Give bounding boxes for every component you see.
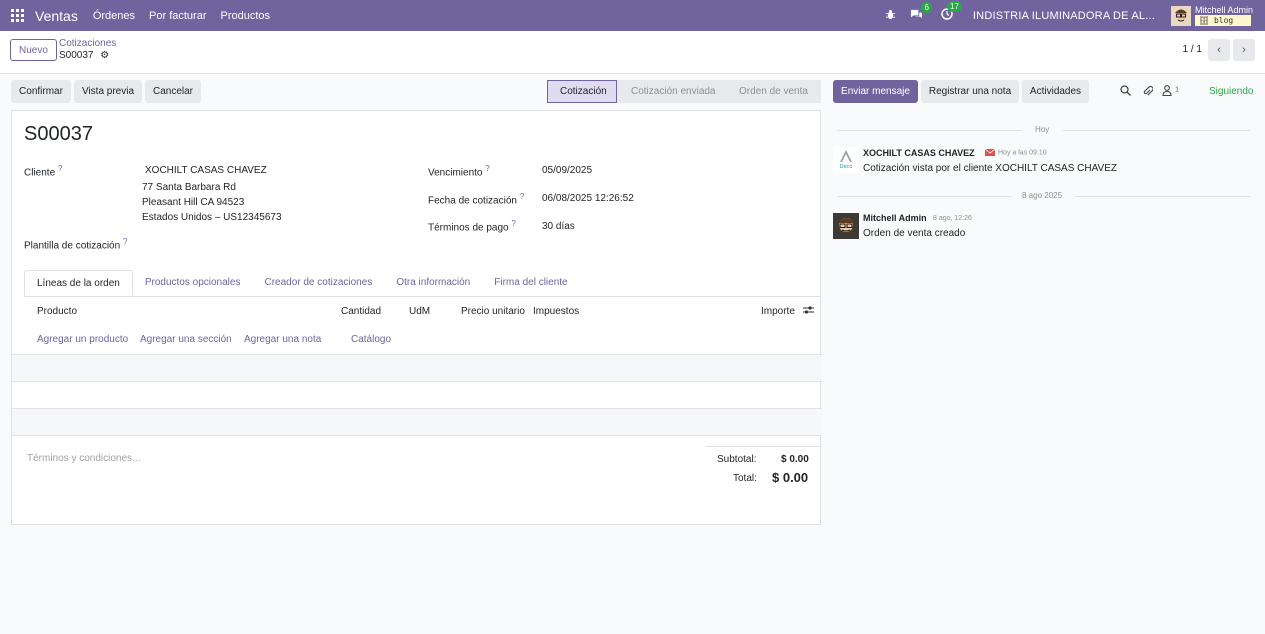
template-label: Plantilla de cotización ? [24,237,128,252]
send-message-button[interactable]: Enviar mensaje [833,80,918,103]
user-name: Mitchell Admin [1194,5,1253,15]
col-unit-price[interactable]: Precio unitario [461,306,525,317]
message-date: 8 ago, 12:26 [933,215,972,222]
payment-terms-label: Términos de pago ? [428,219,516,234]
messages-badge: 6 [921,1,932,13]
chevron-right-icon: › [1242,44,1246,56]
total-value: $ 0.00 [772,470,809,485]
pager-next-button[interactable]: › [1233,39,1255,61]
status-step-quotation-sent[interactable]: Cotización enviada [617,80,723,103]
tab-order-lines[interactable]: Líneas de la orden [24,270,133,296]
message-author[interactable]: Mitchell Admin [863,213,927,223]
catalog-button[interactable]: Catálogo [351,334,391,345]
separator-line [1063,130,1250,131]
add-note-link[interactable]: Agregar una nota [244,334,321,345]
add-section-link[interactable]: Agregar una sección [140,334,232,345]
subtotal-value: $ 0.00 [781,454,809,465]
payment-terms-field[interactable]: 30 días [542,221,575,232]
user-avatar[interactable] [1170,5,1191,26]
svg-text:Deco: Deco [840,164,853,170]
partner-logo-avatar: Deco [833,147,859,173]
customer-label: Cliente ? [24,164,63,179]
debug-bug-icon[interactable] [885,9,896,23]
breadcrumb-parent[interactable]: Cotizaciones [59,38,116,49]
apps-grid-icon[interactable] [11,8,25,23]
user-menu[interactable]: Mitchell Admin 🗄 blog [1194,5,1253,26]
messages-icon[interactable]: 6 [910,1,932,23]
author-avatar [833,213,859,239]
col-taxes[interactable]: Impuestos [533,306,579,317]
pager-prev-button[interactable]: ‹ [1208,39,1230,61]
quote-date-field[interactable]: 06/08/2025 12:26:52 [542,193,634,204]
app-name[interactable]: Ventas [35,8,78,24]
record-title: S00037 [24,123,93,145]
separator-line [837,130,1022,131]
menu-ordenes[interactable]: Órdenes [93,10,135,22]
status-bar: Cotización Cotización enviada Orden de v… [547,80,821,103]
expiration-label: Vencimiento ? [428,164,490,179]
cancel-button[interactable]: Cancelar [145,80,201,103]
status-step-sale-order[interactable]: Orden de venta [723,80,821,103]
empty-line-row [12,381,822,408]
status-step-quotation[interactable]: Cotización [547,80,617,103]
chevron-left-icon: ‹ [1217,44,1221,56]
control-panel: Nuevo Cotizaciones S00037 ⚙ 1 / 1 ‹ › [0,31,1265,74]
tab-quote-builder[interactable]: Creador de cotizaciones [252,270,384,296]
tab-customer-signature[interactable]: Firma del cliente [482,270,579,296]
total-label: Total: [733,473,757,484]
col-uom[interactable]: UdM [409,306,430,317]
message-body: Orden de venta creado [863,228,966,239]
tab-other-info[interactable]: Otra información [384,270,482,296]
activities-clock-icon[interactable]: 17 [941,1,962,23]
following-button[interactable]: Siguiendo [1209,86,1253,97]
company-switcher[interactable]: INDISTRIA ILUMINADORA DE AL... [973,10,1155,22]
message-body: Cotización vista por el cliente XOCHILT … [863,163,1117,174]
add-product-link[interactable]: Agregar un producto [37,334,128,345]
address-line-3: Estados Unidos – US12345673 [142,212,282,223]
pager-value[interactable]: 1 / 1 [1183,44,1202,55]
col-product[interactable]: Producto [37,306,77,317]
menu-por-facturar[interactable]: Por facturar [149,10,206,22]
followers-count: 1 [1175,86,1179,94]
message-author[interactable]: XOCHILT CASAS CHAVEZ [863,148,975,158]
date-separator-today: Hoy [1035,125,1050,134]
expiration-field[interactable]: 05/09/2025 [542,165,592,176]
address-line-1: 77 Santa Barbara Rd [142,182,236,193]
log-note-button[interactable]: Registrar una nota [921,80,1019,103]
customer-field[interactable]: XOCHILT CASAS CHAVEZ [145,165,267,176]
subtotal-label: Subtotal: [717,454,757,465]
empty-line-row [12,408,822,435]
message-date: Hoy a las 09:10 [984,148,1047,156]
col-quantity[interactable]: Cantidad [341,306,381,317]
address-line-2: Pleasant Hill CA 94523 [142,197,245,208]
menu-productos[interactable]: Productos [221,10,271,22]
totals-divider [706,446,822,447]
col-amount[interactable]: Importe [761,306,795,317]
notebook-tabs: Líneas de la orden Productos opcionales … [24,270,820,297]
separator-line [1075,196,1250,197]
activities-button[interactable]: Actividades [1022,80,1089,103]
followers-icon[interactable]: 1 [1162,85,1179,99]
quote-date-label: Fecha de cotización ? [428,192,525,207]
database-tag: 🗄 blog [1194,15,1251,26]
paperclip-icon[interactable] [1142,85,1154,100]
navbar-right: 6 17 INDISTRIA ILUMINADORA DE AL... Mitc… [885,0,1265,31]
breadcrumb-current: S00037 ⚙ [59,50,110,61]
preview-button[interactable]: Vista previa [74,80,142,103]
top-navbar: Ventas Órdenes Por facturar Productos 6 … [0,0,1265,31]
tab-optional-products[interactable]: Productos opcionales [133,270,253,296]
new-button[interactable]: Nuevo [10,39,57,61]
date-separator: 8 ago 2025 [1022,191,1063,200]
activities-badge: 17 [947,1,962,12]
lines-bottom-border [12,435,822,436]
separator-line [837,196,1012,197]
search-icon[interactable] [1120,85,1131,99]
empty-line-row [12,354,822,381]
terms-input[interactable]: Términos y condiciones... [27,453,140,464]
column-settings-icon[interactable] [803,305,814,318]
envelope-icon [984,148,996,156]
form-sheet: S00037 Cliente ? XOCHILT CASAS CHAVEZ 77… [11,110,822,525]
confirm-button[interactable]: Confirmar [11,80,71,103]
gear-icon[interactable]: ⚙ [100,50,109,61]
